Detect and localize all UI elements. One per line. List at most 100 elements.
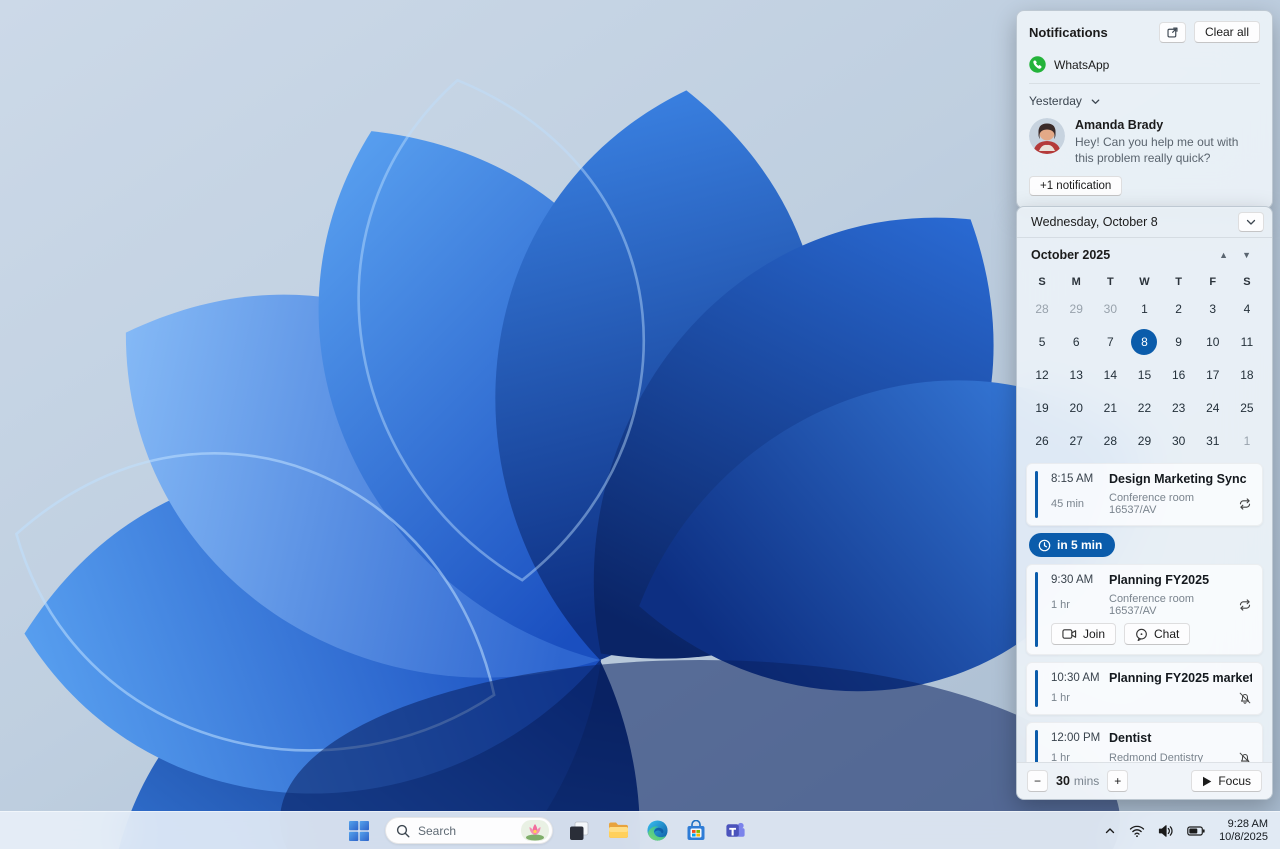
calendar-day-28[interactable]: 28 <box>1025 292 1059 325</box>
event-location: Conference room 16537/AV <box>1109 492 1234 516</box>
teams-icon <box>724 819 747 842</box>
calendar-day-10[interactable]: 10 <box>1196 325 1230 358</box>
microsoft-store-button[interactable] <box>683 818 709 844</box>
calendar-day-22[interactable]: 22 <box>1127 391 1161 424</box>
meeting-countdown-badge: in 5 min <box>1029 533 1115 557</box>
file-explorer-button[interactable] <box>605 818 631 844</box>
clock-date-button[interactable]: 9:28 AM 10/8/2025 <box>1215 816 1272 846</box>
battery-status-button[interactable] <box>1184 822 1208 840</box>
clock-icon <box>1038 539 1051 552</box>
agenda-event-design-marketing-sync[interactable]: 8:15 AM Design Marketing Sync 45 min Con… <box>1026 463 1263 526</box>
event-duration: 1 hr <box>1051 599 1109 611</box>
chat-button[interactable]: Chat <box>1124 623 1190 645</box>
hidden-icons-button[interactable] <box>1101 822 1119 840</box>
collapse-calendar-button[interactable] <box>1238 212 1264 232</box>
notifications-muted-icon <box>1238 751 1252 762</box>
join-meeting-button[interactable]: Join <box>1051 623 1116 645</box>
calendar-day-7[interactable]: 7 <box>1093 325 1127 358</box>
calendar-day-17[interactable]: 17 <box>1196 358 1230 391</box>
clear-all-button[interactable]: Clear all <box>1194 21 1260 43</box>
start-button[interactable] <box>346 818 372 844</box>
calendar-day-19[interactable]: 19 <box>1025 391 1059 424</box>
calendar-day-2[interactable]: 2 <box>1162 292 1196 325</box>
calendar-day-23[interactable]: 23 <box>1162 391 1196 424</box>
event-accent-bar <box>1035 670 1038 707</box>
teams-button[interactable] <box>722 818 748 844</box>
calendar-day-26[interactable]: 26 <box>1025 424 1059 457</box>
increase-minutes-button[interactable]: + <box>1107 770 1128 792</box>
calendar-day-21[interactable]: 21 <box>1093 391 1127 424</box>
edge-browser-button[interactable] <box>644 818 670 844</box>
calendar-day-1[interactable]: 1 <box>1230 424 1264 457</box>
calendar-day-4[interactable]: 4 <box>1230 292 1264 325</box>
notification-section-toggle[interactable]: Yesterday <box>1029 94 1260 108</box>
agenda-event-planning-fy2025[interactable]: 9:30 AM Planning FY2025 1 hr Conference … <box>1026 564 1263 655</box>
calendar-day-27[interactable]: 27 <box>1059 424 1093 457</box>
calendar-day-15[interactable]: 15 <box>1127 358 1161 391</box>
agenda-event-dentist[interactable]: 12:00 PM Dentist 1 hr Redmond Dentistry <box>1026 722 1263 762</box>
event-location: Redmond Dentistry <box>1109 752 1234 762</box>
calendar-day-13[interactable]: 13 <box>1059 358 1093 391</box>
volume-status-button[interactable] <box>1155 821 1177 841</box>
notification-group-whatsapp[interactable]: WhatsApp <box>1029 56 1260 84</box>
calendar-day-25[interactable]: 25 <box>1230 391 1264 424</box>
calendar-day-16[interactable]: 16 <box>1162 358 1196 391</box>
agenda-event-planning-fy2025-marketing[interactable]: 10:30 AM Planning FY2025 marketing 1 hr <box>1026 662 1263 715</box>
calendar-day-5[interactable]: 5 <box>1025 325 1059 358</box>
agenda-list: 8:15 AM Design Marketing Sync 45 min Con… <box>1017 457 1272 762</box>
calendar-day-14[interactable]: 14 <box>1093 358 1127 391</box>
search-highlight-lotus-icon[interactable] <box>521 820 549 841</box>
weekday-header-2: T <box>1093 272 1127 292</box>
calendar-day-31[interactable]: 31 <box>1196 424 1230 457</box>
more-notifications-button[interactable]: +1 notification <box>1029 176 1122 196</box>
calendar-day-29[interactable]: 29 <box>1127 424 1161 457</box>
focus-duration-value: 30 mins <box>1056 774 1099 788</box>
calendar-day-20[interactable]: 20 <box>1059 391 1093 424</box>
event-accent-bar <box>1035 471 1038 518</box>
calendar-day-24[interactable]: 24 <box>1196 391 1230 424</box>
focus-button[interactable]: Focus <box>1191 770 1262 792</box>
search-input[interactable] <box>418 824 513 838</box>
event-time: 10:30 AM <box>1051 672 1109 684</box>
windows-logo-icon <box>348 820 370 842</box>
avatar <box>1029 118 1065 154</box>
taskbar: 9:28 AM 10/8/2025 <box>0 811 1280 849</box>
weekday-header-5: F <box>1196 272 1230 292</box>
chat-bubble-icon <box>1135 628 1148 641</box>
calendar-day-30[interactable]: 30 <box>1093 292 1127 325</box>
calendar-day-29[interactable]: 29 <box>1059 292 1093 325</box>
chevron-down-icon <box>1245 216 1257 228</box>
notification-settings-button[interactable] <box>1159 22 1186 43</box>
calendar-day-30[interactable]: 30 <box>1162 424 1196 457</box>
calendar-day-28[interactable]: 28 <box>1093 424 1127 457</box>
calendar-day-1[interactable]: 1 <box>1127 292 1161 325</box>
wifi-status-button[interactable] <box>1126 821 1148 841</box>
chevron-down-icon <box>1090 96 1101 107</box>
event-title: Planning FY2025 <box>1109 573 1252 587</box>
battery-icon <box>1187 825 1205 837</box>
calendar-day-12[interactable]: 12 <box>1025 358 1059 391</box>
search-icon <box>396 824 410 838</box>
calendar-day-11[interactable]: 11 <box>1230 325 1264 358</box>
event-time: 12:00 PM <box>1051 732 1109 744</box>
file-explorer-icon <box>607 819 630 842</box>
calendar-next-month-button[interactable]: ▼ <box>1235 248 1258 262</box>
event-title: Planning FY2025 marketing <box>1109 671 1252 685</box>
calendar-day-6[interactable]: 6 <box>1059 325 1093 358</box>
tray-time: 9:28 AM <box>1219 818 1268 831</box>
taskbar-search-box[interactable] <box>385 817 553 844</box>
calendar-day-3[interactable]: 3 <box>1196 292 1230 325</box>
video-camera-icon <box>1062 628 1077 640</box>
decrease-minutes-button[interactable]: − <box>1027 770 1048 792</box>
calendar-day-8-selected[interactable]: 8 <box>1127 325 1161 358</box>
calendar-prev-month-button[interactable]: ▲ <box>1212 248 1235 262</box>
wifi-icon <box>1129 824 1145 838</box>
calendar-day-18[interactable]: 18 <box>1230 358 1264 391</box>
task-view-button[interactable] <box>566 818 592 844</box>
weekday-header-1: M <box>1059 272 1093 292</box>
whatsapp-icon <box>1029 56 1046 73</box>
notification-item-amanda-brady[interactable]: Amanda Brady Hey! Can you help me out wi… <box>1029 118 1260 166</box>
notification-sender: Amanda Brady <box>1075 118 1255 132</box>
task-view-icon <box>568 820 590 842</box>
calendar-day-9[interactable]: 9 <box>1162 325 1196 358</box>
